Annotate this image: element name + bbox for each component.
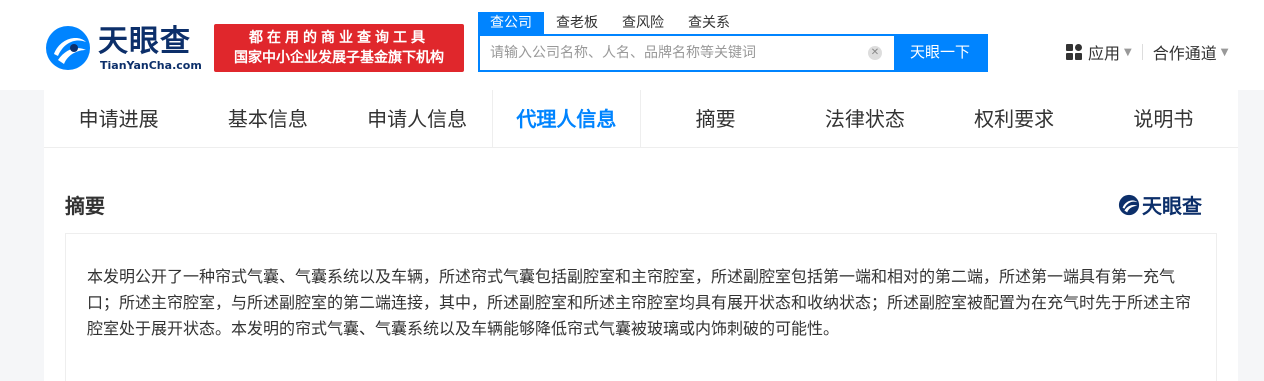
abstract-box: 本发明公开了一种帘式气囊、气囊系统以及车辆，所述帘式气囊包括副腔室和主帘腔室，所… bbox=[65, 233, 1217, 381]
promo-line-1: 都在用的商业查询工具 bbox=[249, 30, 429, 46]
search-type-tabs: 查公司 查老板 查风险 查关系 bbox=[478, 12, 742, 34]
tab-basic-info[interactable]: 基本信息 bbox=[193, 90, 342, 147]
brand-name-cn: 天眼查 bbox=[98, 24, 191, 59]
apps-grid-icon bbox=[1066, 44, 1082, 60]
tab-description[interactable]: 说明书 bbox=[1089, 90, 1238, 147]
eye-logo-icon bbox=[46, 26, 90, 70]
search-input[interactable] bbox=[480, 36, 868, 70]
brand-name-en: TianYanCha.com bbox=[100, 59, 202, 72]
chevron-down-icon: ▼ bbox=[1220, 46, 1229, 58]
nav-divider bbox=[1141, 44, 1143, 60]
top-header: 天眼查 TianYanCha.com 都在用的商业查询工具 国家中小企业发展子基… bbox=[0, 0, 1264, 90]
promo-banner: 都在用的商业查询工具 国家中小企业发展子基金旗下机构 bbox=[214, 24, 464, 72]
clear-icon[interactable]: ✕ bbox=[868, 46, 882, 60]
abstract-text: 本发明公开了一种帘式气囊、气囊系统以及车辆，所述帘式气囊包括副腔室和主帘腔室，所… bbox=[87, 267, 1192, 338]
detail-tabs: 申请进展 基本信息 申请人信息 代理人信息 摘要 法律状态 权利要求 说明书 bbox=[44, 90, 1238, 148]
tab-abstract[interactable]: 摘要 bbox=[641, 90, 790, 147]
tab-claims[interactable]: 权利要求 bbox=[940, 90, 1089, 147]
watermark-text: 天眼查 bbox=[1142, 194, 1202, 218]
search-tab-risk[interactable]: 查风险 bbox=[610, 12, 676, 34]
patent-detail-card: 申请进展 基本信息 申请人信息 代理人信息 摘要 法律状态 权利要求 说明书 摘… bbox=[44, 90, 1238, 381]
promo-line-2: 国家中小企业发展子基金旗下机构 bbox=[234, 50, 444, 66]
section-title: 摘要 bbox=[65, 194, 105, 218]
header-nav-right: 应用 ▼ 合作通道 ▼ bbox=[1066, 40, 1228, 64]
partner-menu-label[interactable]: 合作通道 bbox=[1153, 40, 1217, 64]
search-tab-boss[interactable]: 查老板 bbox=[544, 12, 610, 34]
tab-applicant-info[interactable]: 申请人信息 bbox=[343, 90, 492, 147]
chevron-down-icon: ▼ bbox=[1124, 46, 1132, 58]
search-button[interactable]: 天眼一下 bbox=[894, 36, 986, 70]
search-tab-company[interactable]: 查公司 bbox=[478, 12, 544, 34]
tab-legal-status[interactable]: 法律状态 bbox=[790, 90, 939, 147]
eye-logo-icon bbox=[1118, 194, 1140, 215]
tianyancha-logo[interactable]: 天眼查 TianYanCha.com bbox=[44, 24, 204, 74]
apps-menu-label[interactable]: 应用 bbox=[1088, 40, 1120, 64]
tab-agent-info[interactable]: 代理人信息 bbox=[491, 90, 641, 147]
search-box: ✕ 天眼一下 bbox=[478, 34, 988, 72]
watermark-logo: 天眼查 bbox=[1118, 190, 1202, 219]
tab-application-progress[interactable]: 申请进展 bbox=[44, 90, 193, 147]
search-tab-relation[interactable]: 查关系 bbox=[676, 12, 742, 34]
